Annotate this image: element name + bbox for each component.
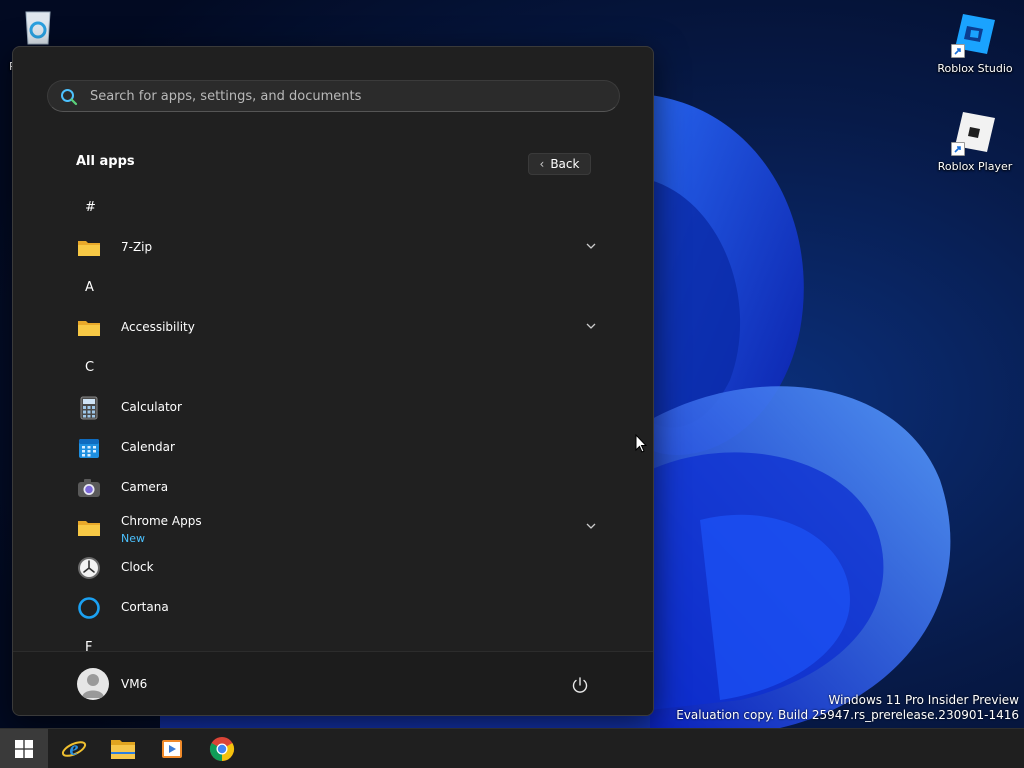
app-item-chrome-apps[interactable]: Chrome Apps New — [71, 510, 601, 546]
watermark-line1: Windows 11 Pro Insider Preview — [828, 693, 1019, 707]
desktop-icon-roblox-player[interactable]: Roblox Player — [930, 108, 1020, 174]
roblox-player-icon — [951, 108, 999, 156]
app-name: Accessibility — [121, 320, 195, 334]
folder-icon — [78, 241, 100, 256]
svg-text:e: e — [70, 738, 79, 760]
app-name: Camera — [121, 480, 169, 494]
app-item-calculator[interactable]: Calculator — [71, 390, 601, 426]
search-icon — [61, 89, 78, 106]
shortcut-arrow-icon — [951, 44, 965, 58]
desktop-icon-label: Roblox Player — [937, 160, 1013, 173]
folder-icon — [78, 521, 100, 536]
app-name: Chrome Apps — [121, 514, 202, 528]
cortana-icon — [78, 597, 100, 619]
file-explorer-icon — [111, 740, 135, 759]
letter-header-hash[interactable]: # — [85, 200, 101, 215]
new-badge: New — [121, 532, 145, 545]
calendar-icon — [79, 439, 99, 458]
app-item-cortana[interactable]: Cortana — [71, 590, 601, 626]
app-name: Calculator — [121, 400, 182, 414]
taskbar-internet-explorer[interactable]: e — [50, 729, 98, 768]
camera-icon — [78, 479, 100, 497]
app-item-clock[interactable]: Clock — [71, 550, 601, 586]
desktop-icon-label: Roblox Studio — [937, 62, 1013, 75]
app-name: 7-Zip — [121, 240, 153, 254]
chevron-down-icon[interactable] — [583, 238, 599, 254]
search-box[interactable] — [47, 80, 620, 112]
folder-icon — [78, 321, 100, 336]
internet-explorer-icon: e — [61, 738, 87, 760]
letter-header-f[interactable]: F — [85, 640, 101, 651]
back-button[interactable]: ‹ Back — [528, 153, 591, 175]
app-name: Clock — [121, 560, 154, 574]
evaluation-watermark: Windows 11 Pro Insider Preview Evaluatio… — [676, 693, 1019, 723]
app-name: Cortana — [121, 600, 169, 614]
taskbar: e — [0, 728, 1024, 768]
taskbar-chrome[interactable] — [198, 729, 246, 768]
user-icon — [82, 674, 104, 698]
taskbar-file-explorer[interactable] — [99, 729, 147, 768]
letter-header-c[interactable]: C — [85, 360, 101, 375]
chevron-left-icon: ‹ — [539, 157, 545, 171]
desktop-icon-roblox-studio[interactable]: Roblox Studio — [930, 10, 1020, 76]
shortcut-arrow-icon — [951, 142, 965, 156]
media-player-icon — [162, 740, 182, 758]
roblox-studio-icon — [951, 10, 999, 58]
app-item-accessibility[interactable]: Accessibility — [71, 310, 601, 346]
user-name[interactable]: VM6 — [121, 677, 147, 691]
app-item-calendar[interactable]: Calendar — [71, 430, 601, 466]
start-button[interactable] — [0, 729, 48, 768]
all-apps-title: All apps — [76, 154, 135, 169]
windows-start-icon — [15, 740, 33, 758]
back-button-label: Back — [550, 157, 580, 171]
clock-icon — [78, 557, 100, 579]
start-menu: All apps ‹ Back # 7-Zip A Accessibility … — [12, 46, 654, 716]
taskbar-media-player[interactable] — [148, 729, 196, 768]
calculator-icon — [80, 396, 98, 420]
start-menu-footer: VM6 — [13, 651, 653, 715]
app-item-camera[interactable]: Camera — [71, 470, 601, 506]
search-input[interactable] — [90, 81, 610, 111]
app-name: Calendar — [121, 440, 175, 454]
watermark-line2: Evaluation copy. Build 25947.rs_prerelea… — [676, 708, 1019, 722]
chrome-icon — [209, 737, 235, 761]
avatar[interactable] — [77, 668, 109, 700]
app-item-7zip[interactable]: 7-Zip — [71, 230, 601, 266]
letter-header-a[interactable]: A — [85, 280, 101, 295]
app-list[interactable]: # 7-Zip A Accessibility C Calculator Cal… — [13, 187, 653, 651]
chevron-down-icon[interactable] — [583, 318, 599, 334]
chevron-down-icon[interactable] — [583, 518, 599, 534]
power-icon[interactable] — [570, 675, 590, 695]
mouse-cursor-icon — [635, 434, 647, 453]
